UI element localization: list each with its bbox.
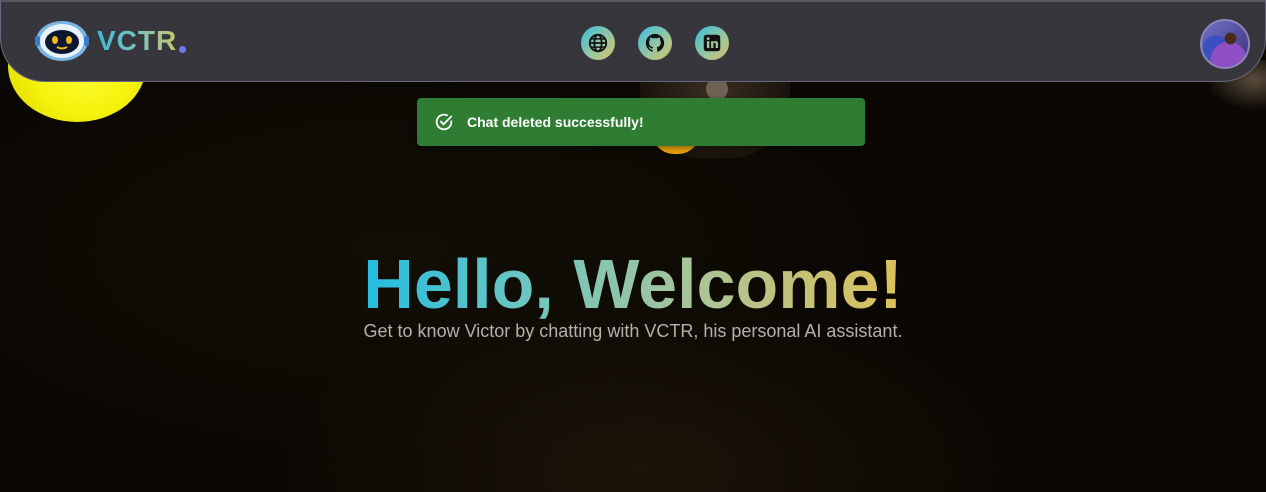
github-link-button[interactable]: [638, 26, 672, 60]
welcome-heading-text: Hello, Welcome!: [363, 245, 903, 323]
brand-logo[interactable]: VCTR: [35, 20, 187, 62]
toast-message: Chat deleted successfully!: [467, 114, 644, 130]
robot-logo-icon: [35, 20, 89, 62]
linkedin-icon: [703, 34, 721, 52]
page: VCTR Chat deleted successfully! Hello, W…: [0, 0, 1266, 492]
globe-icon: [588, 33, 608, 53]
welcome-heading: Hello, Welcome!: [0, 244, 1266, 324]
success-toast: Chat deleted successfully!: [417, 98, 865, 146]
welcome-subtitle: Get to know Victor by chatting with VCTR…: [363, 321, 903, 341]
top-nav-bar: VCTR: [0, 0, 1266, 82]
linkedin-link-button[interactable]: [695, 26, 729, 60]
website-link-button[interactable]: [581, 26, 615, 60]
check-circle-icon: [435, 113, 453, 131]
github-icon: [645, 33, 665, 52]
brand-dot: [179, 45, 187, 53]
user-avatar[interactable]: [1200, 19, 1250, 69]
brand-name: VCTR: [97, 25, 178, 56]
